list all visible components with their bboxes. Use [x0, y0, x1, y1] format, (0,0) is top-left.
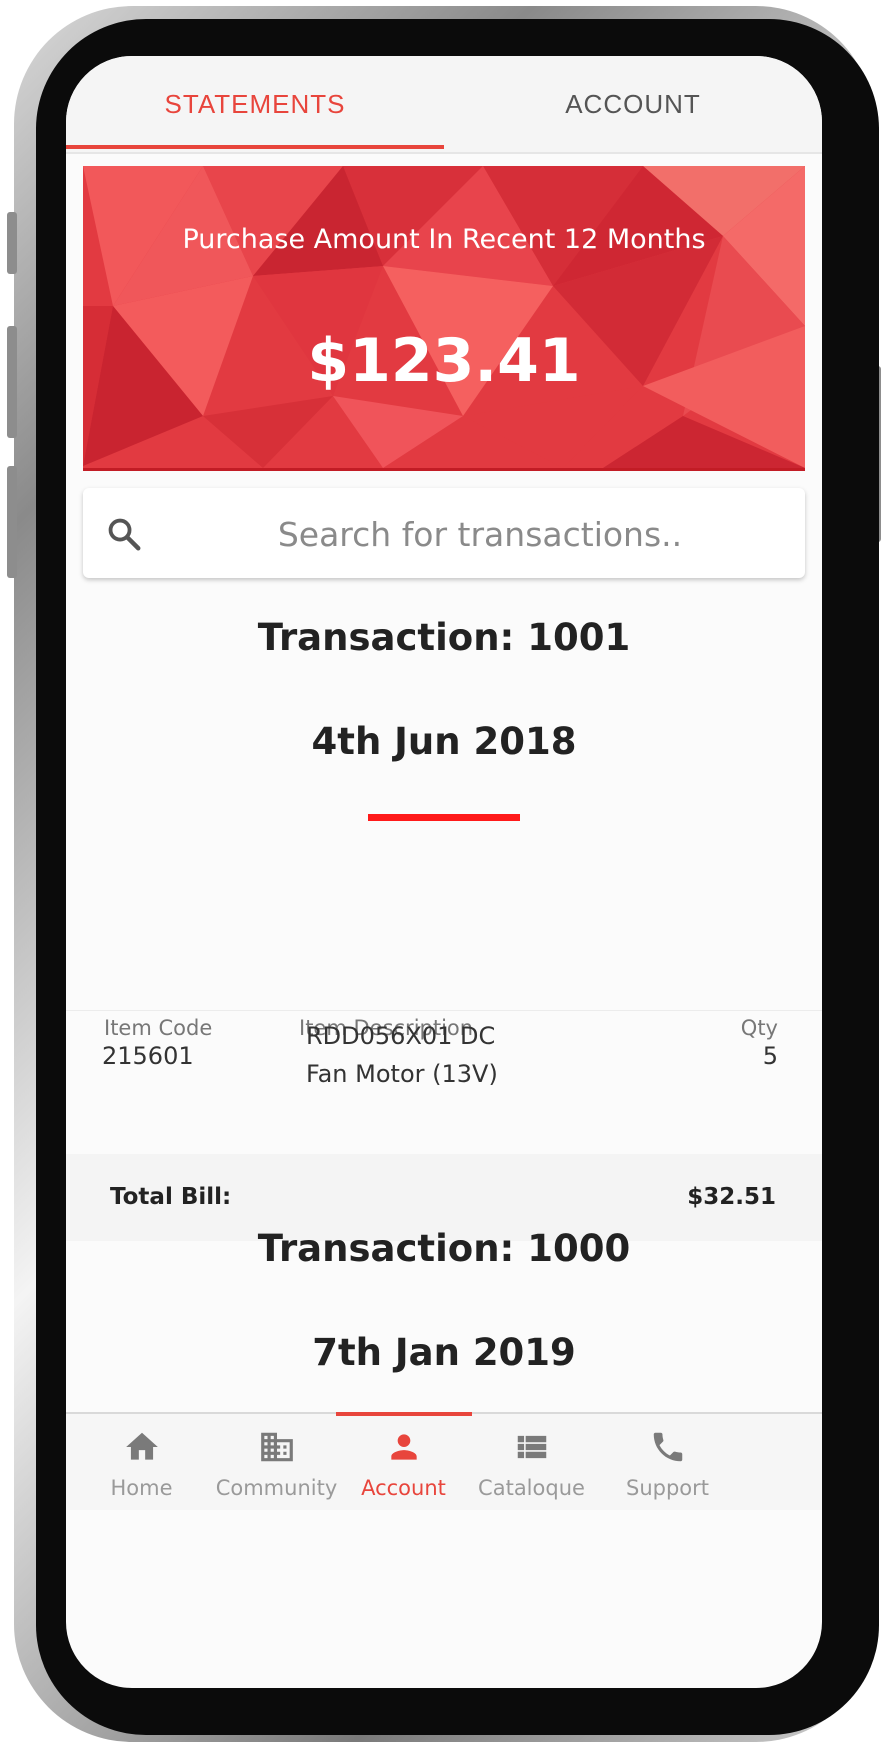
- banner-polygon-background: [83, 166, 805, 468]
- volume-down-button: [7, 466, 17, 578]
- item-description-line2: Fan Motor (13V): [306, 1060, 498, 1088]
- nav-label: Support: [625, 1476, 709, 1500]
- app-screen: STATEMENTS ACCOUNT Purchase Amount In Re…: [66, 56, 822, 1688]
- column-header-item-code: Item Code: [104, 1016, 213, 1040]
- phone-icon: [653, 1432, 683, 1462]
- item-code: 215601: [102, 1042, 194, 1070]
- item-qty: 5: [762, 1042, 778, 1070]
- list-icon: [517, 1435, 547, 1459]
- nav-item-catalogue[interactable]: Cataloque: [456, 1414, 607, 1510]
- nav-label: Cataloque: [478, 1476, 585, 1500]
- transaction-date: 7th Jan 2019: [312, 1331, 576, 1374]
- person-icon: [391, 1434, 417, 1460]
- item-description-line1: RDD056X01 DC: [306, 1022, 496, 1050]
- mute-switch: [7, 212, 17, 274]
- purchase-summary-banner: Purchase Amount In Recent 12 Months $123…: [83, 166, 805, 471]
- transaction-title: Transaction: 1001: [257, 616, 631, 659]
- bottom-navigation: Home Community Account Cataloque Support: [66, 1412, 822, 1510]
- nav-label: Home: [110, 1476, 173, 1500]
- nav-item-support[interactable]: Support: [592, 1414, 743, 1510]
- search-icon[interactable]: [105, 515, 143, 553]
- banner-title: Purchase Amount In Recent 12 Months: [182, 224, 706, 255]
- purchase-amount: $123.41: [307, 326, 581, 396]
- search-input[interactable]: [173, 506, 787, 562]
- total-bill-label: Total Bill:: [110, 1184, 232, 1210]
- search-bar: [83, 488, 805, 578]
- table-header-separator: [66, 1010, 822, 1011]
- nav-item-home[interactable]: Home: [66, 1414, 217, 1510]
- building-icon: [261, 1432, 293, 1462]
- tab-account[interactable]: ACCOUNT: [444, 56, 822, 152]
- transaction-date: 4th Jun 2018: [311, 720, 577, 763]
- transaction-divider: [368, 814, 520, 821]
- top-tab-bar: STATEMENTS ACCOUNT: [66, 56, 822, 154]
- total-bill-value: $32.51: [687, 1184, 776, 1210]
- home-icon: [126, 1432, 158, 1460]
- tab-statements[interactable]: STATEMENTS: [66, 56, 444, 152]
- transaction-title: Transaction: 1000: [257, 1227, 631, 1270]
- tab-active-indicator: [66, 145, 444, 149]
- column-header-qty: Qty: [740, 1016, 778, 1040]
- volume-up-button: [7, 326, 17, 438]
